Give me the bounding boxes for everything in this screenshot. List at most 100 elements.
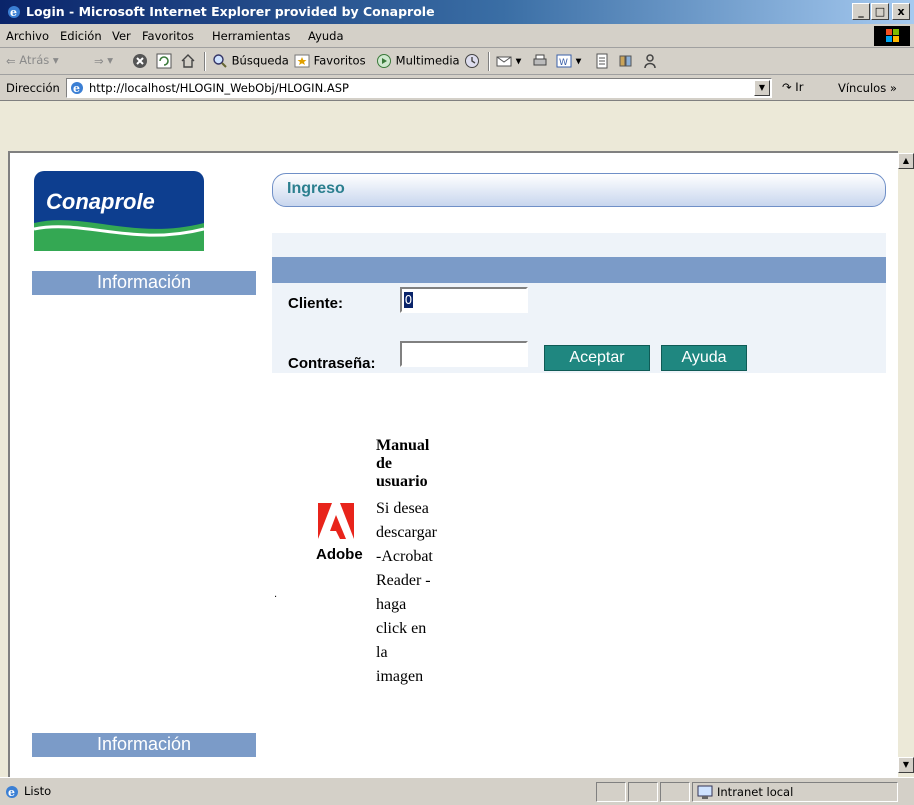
forward-arrow-icon: ⇒	[94, 53, 104, 68]
status-pane	[628, 782, 658, 802]
history-icon	[465, 54, 479, 68]
conaprole-logo[interactable]: Conaprole	[33, 171, 205, 251]
search-button[interactable]: Búsqueda	[212, 53, 289, 69]
page-status-icon: e	[6, 786, 18, 799]
forward-button[interactable]: ⇒ ▾	[94, 53, 113, 68]
menu-ayuda[interactable]: Ayuda	[308, 29, 344, 43]
messenger-button[interactable]	[642, 53, 658, 69]
favorites-button[interactable]: Favoritos	[294, 53, 366, 69]
favorites-label: Favoritos	[313, 53, 366, 68]
menu-ver[interactable]: Ver	[112, 29, 131, 43]
document-icon	[596, 53, 608, 69]
download-instructions: Si desea descargar -Acrobat Reader - hag…	[376, 497, 437, 689]
go-button[interactable]: ↷ Ir	[782, 80, 803, 94]
client-input[interactable]: 0	[400, 287, 528, 313]
messenger-icon	[644, 54, 656, 69]
go-arrow-icon: ↷	[782, 80, 792, 94]
password-input[interactable]	[400, 341, 528, 367]
zone-pane: Intranet local	[692, 782, 898, 802]
back-button[interactable]: ⇐ Atrás ▾	[6, 53, 59, 68]
status-pane	[596, 782, 626, 802]
toolbar-separator	[204, 52, 206, 71]
print-button[interactable]	[532, 53, 548, 69]
refresh-button[interactable]	[156, 53, 172, 69]
history-button[interactable]	[464, 53, 480, 69]
print-icon	[533, 54, 547, 66]
address-url: http://localhost/HLOGIN_WebObj/HLOGIN.AS…	[89, 81, 349, 95]
back-label: Atrás	[19, 53, 50, 67]
home-button[interactable]	[180, 53, 196, 69]
svg-text:e: e	[73, 82, 80, 95]
address-input[interactable]: e http://localhost/HLOGIN_WebObj/HLOGIN.…	[66, 78, 772, 98]
maximize-button[interactable]: □	[871, 3, 889, 20]
status-text: Listo	[24, 784, 52, 798]
status-bar: e Listo Intranet local	[0, 777, 914, 805]
svg-text:e: e	[10, 6, 17, 19]
close-button[interactable]: x	[892, 3, 910, 20]
minimize-button[interactable]: _	[852, 3, 870, 20]
help-button[interactable]: Ayuda	[661, 345, 747, 371]
address-bar: Dirección e http://localhost/HLOGIN_WebO…	[0, 75, 914, 101]
ie-icon: e	[8, 6, 20, 19]
research-icon	[619, 55, 632, 67]
multimedia-label: Multimedia	[395, 53, 460, 68]
go-label: Ir	[795, 80, 804, 94]
section-header: Ingreso	[272, 173, 886, 207]
svg-text:e: e	[8, 786, 15, 799]
sidebar-info-bottom[interactable]: Información	[32, 733, 256, 757]
multimedia-icon	[377, 54, 391, 68]
password-label: Contraseña:	[288, 355, 376, 372]
menu-herramientas[interactable]: Herramientas	[212, 29, 290, 43]
title-bar[interactable]: e Login - Microsoft Internet Explorer pr…	[0, 0, 914, 24]
discuss-button[interactable]	[594, 53, 610, 69]
sidebar-info-top[interactable]: Información	[32, 271, 256, 295]
toolbar: ⇐ Atrás ▾ ⇒ ▾ Búsqueda Favoritos Multime…	[0, 48, 914, 75]
multimedia-button[interactable]: Multimedia	[376, 53, 460, 69]
scroll-up-icon[interactable]: ▲	[898, 153, 914, 169]
mail-icon	[496, 56, 512, 67]
links-label: Vínculos	[838, 81, 887, 95]
window-title: Login - Microsoft Internet Explorer prov…	[26, 4, 435, 19]
home-icon	[181, 54, 195, 68]
toolbar-separator	[488, 52, 490, 71]
research-button[interactable]	[618, 53, 634, 69]
form-header-stripe	[272, 257, 886, 283]
logo-text: Conaprole	[46, 189, 155, 214]
stop-icon	[133, 54, 147, 68]
word-icon: W	[556, 54, 572, 68]
stray-dot: .	[274, 589, 278, 600]
intranet-zone-icon	[697, 785, 713, 799]
links-button[interactable]: Vínculos »	[838, 81, 897, 95]
page-viewport: Conaprole Información Ingreso Cliente: 0…	[8, 151, 898, 777]
address-dropdown-icon[interactable]: ▼	[754, 80, 770, 96]
client-label: Cliente:	[288, 295, 344, 312]
adobe-reader-icon[interactable]: Adobe	[310, 499, 370, 571]
address-label: Dirección	[6, 81, 60, 95]
ie-page-icon: e	[71, 82, 83, 95]
back-arrow-icon: ⇐	[6, 53, 16, 68]
vertical-scrollbar[interactable]: ▲ ▼	[898, 151, 914, 777]
download-line-1: Si desea descargar -Acrobat Reader -	[376, 500, 437, 589]
search-label: Búsqueda	[231, 53, 289, 68]
menu-favoritos[interactable]: Favoritos	[142, 29, 194, 43]
stop-button[interactable]	[132, 53, 148, 69]
zone-text: Intranet local	[717, 785, 794, 799]
mail-button[interactable]: ▾	[496, 53, 521, 69]
scroll-down-icon[interactable]: ▼	[898, 757, 914, 773]
refresh-icon	[156, 53, 172, 69]
menu-bar: Archivo Edición Ver Favoritos Herramient…	[0, 24, 914, 48]
menu-edicion[interactable]: Edición	[60, 29, 102, 43]
menu-archivo[interactable]: Archivo	[6, 29, 49, 43]
accept-button[interactable]: Aceptar	[544, 345, 650, 371]
favorites-icon	[294, 54, 310, 68]
search-icon	[213, 54, 227, 68]
adobe-logo-text: Adobe	[316, 546, 363, 563]
manual-title[interactable]: Manual de usuario	[376, 437, 429, 491]
download-line-2: haga click en la imagen	[376, 596, 427, 685]
status-pane	[660, 782, 690, 802]
svg-text:W: W	[559, 58, 568, 68]
section-title: Ingreso	[287, 180, 345, 197]
windows-logo-icon	[874, 26, 910, 46]
edit-button[interactable]: W ▾	[556, 53, 581, 69]
client-input-value: 0	[404, 292, 413, 308]
